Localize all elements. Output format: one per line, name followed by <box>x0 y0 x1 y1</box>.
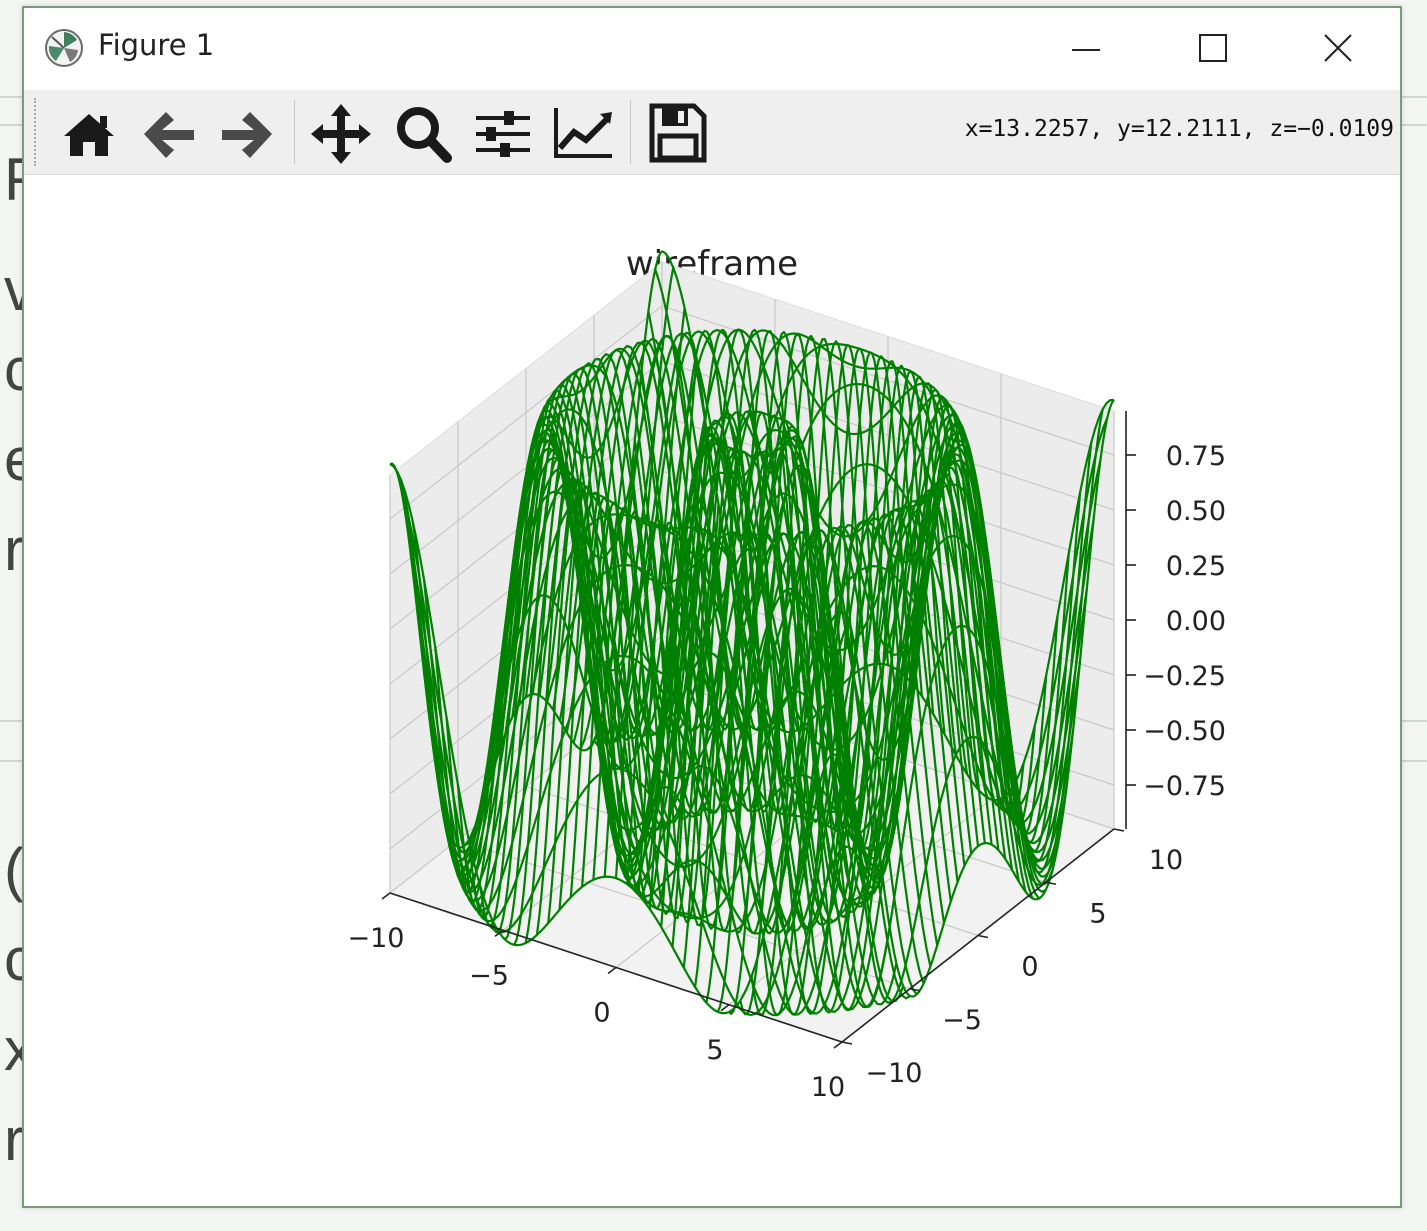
back-button[interactable] <box>136 98 202 166</box>
x-tick-label: −5 <box>469 960 509 991</box>
y-tick <box>977 934 989 939</box>
y-tick-label: 10 <box>1149 845 1183 876</box>
sliders-icon <box>476 111 530 157</box>
x-tick-label: 10 <box>811 1072 845 1103</box>
navigation-toolbar: x=13.2257, y=12.2111, z=−0.0109 <box>24 90 1400 175</box>
y-tick <box>841 1041 853 1045</box>
zoom-button[interactable] <box>390 98 456 166</box>
floppy-disk-icon <box>649 103 707 163</box>
pan-button[interactable] <box>308 98 374 166</box>
x-tick-label: 0 <box>593 998 610 1029</box>
maximize-icon <box>1199 34 1227 62</box>
magnifier-icon <box>397 107 452 163</box>
forward-button[interactable] <box>214 98 280 166</box>
cursor-coordinates: x=13.2257, y=12.2111, z=−0.0109 <box>964 116 1394 142</box>
configure-subplots-button[interactable] <box>470 98 536 166</box>
z-tick-label: −0.75 <box>1143 771 1226 802</box>
y-tick <box>909 987 921 992</box>
y-tick-label: −10 <box>866 1058 923 1089</box>
minimize-icon <box>1072 49 1100 51</box>
figure-window: Figure 1 x=13.2257, y=12.2111, z=−0.0109… <box>22 6 1402 1208</box>
z-tick-label: 0.75 <box>1166 441 1226 472</box>
y-tick-label: −5 <box>942 1005 982 1036</box>
arrow-left-icon <box>144 112 194 158</box>
plot-canvas[interactable]: wireframe −10 −5 0 5 10 −10 −5 0 5 10 0.75 0.50 0.25… <box>24 174 1400 1206</box>
background-text-fragment: r <box>4 1106 24 1173</box>
edit-axes-button[interactable] <box>550 98 616 166</box>
home-icon <box>64 114 114 156</box>
background-text-fragment: ( <box>4 836 24 903</box>
background-text-fragment: r <box>4 516 24 583</box>
line-chart-icon <box>554 108 612 158</box>
x-tick <box>607 966 617 975</box>
window-title: Figure 1 <box>98 28 215 62</box>
close-button[interactable] <box>1306 20 1370 78</box>
x-tick <box>381 892 391 900</box>
arrow-right-icon <box>222 112 272 158</box>
wireframe-3d-plot: −10 −5 0 5 10 −10 −5 0 5 10 0.75 0.50 0.25 0.00 −0.25 −… <box>348 250 1226 1103</box>
z-tick-label: 0.50 <box>1166 496 1226 527</box>
matplotlib-icon <box>44 28 84 68</box>
toolbar-separator <box>294 100 295 164</box>
z-tick-label: −0.25 <box>1143 661 1226 692</box>
maximize-button[interactable] <box>1180 20 1244 78</box>
minimize-button[interactable] <box>1054 20 1118 78</box>
toolbar-separator <box>630 100 631 164</box>
y-tick-label: 5 <box>1089 898 1106 929</box>
move-icon <box>311 104 371 164</box>
z-tick-label: 0.25 <box>1166 551 1226 582</box>
x-tick <box>833 1041 843 1049</box>
home-button[interactable] <box>56 98 122 166</box>
title-bar[interactable]: Figure 1 <box>24 8 1400 90</box>
x-tick-label: −10 <box>348 923 405 954</box>
y-tick-label: 0 <box>1021 952 1038 983</box>
z-tick-label: −0.50 <box>1143 716 1226 747</box>
x-tick <box>720 1004 730 1012</box>
z-tick-label: 0.00 <box>1166 606 1226 637</box>
y-tick <box>1113 828 1125 832</box>
toolbar-grip[interactable] <box>34 98 40 166</box>
save-button[interactable] <box>644 98 710 166</box>
x-tick-label: 5 <box>706 1035 723 1066</box>
close-icon <box>1324 34 1352 62</box>
